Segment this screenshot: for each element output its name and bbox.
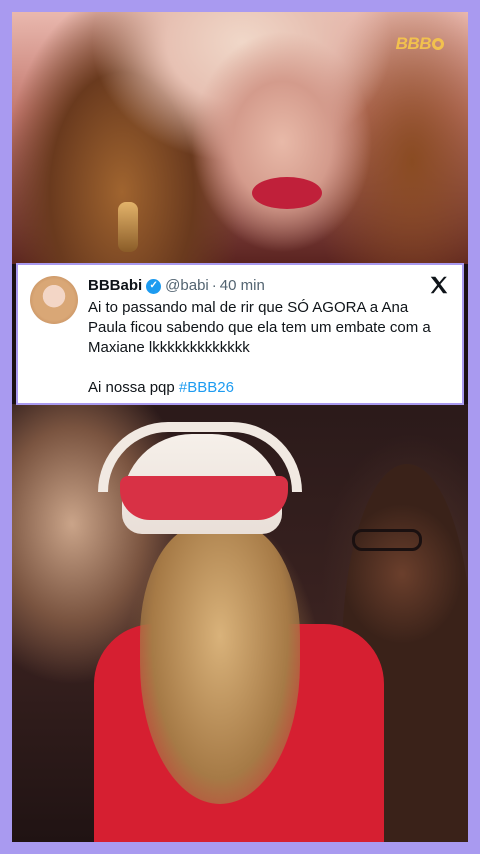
tweet-card[interactable]: BBBabi ✓ @babi · 40 min Ai to passando m… <box>16 263 464 405</box>
logo-o-icon <box>432 38 444 50</box>
earring <box>118 202 138 252</box>
separator: · <box>211 277 217 294</box>
x-logo-icon[interactable] <box>428 274 450 296</box>
glasses <box>352 529 422 551</box>
tweet-text: Ai to passando mal de rir que SÓ AGORA a… <box>88 298 438 398</box>
avatar[interactable] <box>30 276 78 324</box>
timestamp[interactable]: 40 min <box>220 277 265 295</box>
bbb-logo: BBB <box>396 34 444 54</box>
verified-badge-icon: ✓ <box>146 278 162 294</box>
author-name[interactable]: BBBabi <box>88 277 142 295</box>
video-frame: BBB <box>12 12 468 842</box>
tweet-header: BBBabi ✓ @babi · 40 min <box>88 277 265 295</box>
author-handle[interactable]: @babi <box>165 277 209 295</box>
hair <box>140 524 300 804</box>
hat-brim <box>98 422 302 492</box>
tweet-text-2: Ai nossa pqp <box>88 379 179 396</box>
tweet-line-1: Ai to passando mal de rir que SÓ AGORA a… <box>88 299 431 356</box>
hashtag-link[interactable]: #BBB26 <box>179 379 234 396</box>
tweet-line-2: Ai nossa pqp #BBB26 <box>88 378 438 398</box>
bottom-photo <box>12 404 468 842</box>
lips <box>252 177 322 209</box>
